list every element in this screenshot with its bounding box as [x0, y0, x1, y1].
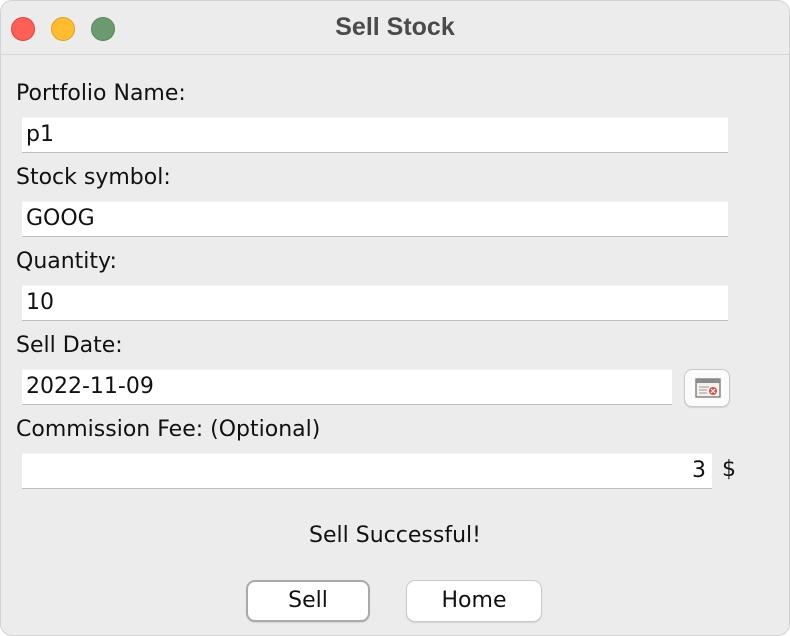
- status-message: Sell Successful!: [309, 523, 481, 548]
- window-title: Sell Stock: [335, 13, 455, 41]
- commission-fee-input[interactable]: 3: [22, 453, 712, 489]
- sell-date-label: Sell Date:: [16, 333, 123, 358]
- portfolio-name-input[interactable]: p1: [22, 117, 728, 153]
- quantity-label: Quantity:: [16, 249, 117, 274]
- stock-symbol-input[interactable]: GOOG: [22, 201, 728, 237]
- home-button[interactable]: Home: [406, 580, 542, 622]
- stock-symbol-label: Stock symbol:: [16, 165, 171, 190]
- currency-unit: $: [722, 457, 736, 482]
- quantity-input[interactable]: 10: [22, 285, 728, 321]
- date-picker-button[interactable]: [684, 369, 730, 407]
- portfolio-name-label: Portfolio Name:: [16, 81, 186, 106]
- sell-stock-window: Sell Stock Portfolio Name: p1 Stock symb…: [0, 0, 790, 636]
- title-bar: Sell Stock: [1, 1, 789, 55]
- commission-fee-label: Commission Fee: (Optional): [16, 417, 321, 442]
- sell-date-input[interactable]: 2022-11-09: [22, 369, 672, 405]
- sell-button[interactable]: Sell: [246, 580, 370, 622]
- calendar-icon: [695, 378, 721, 398]
